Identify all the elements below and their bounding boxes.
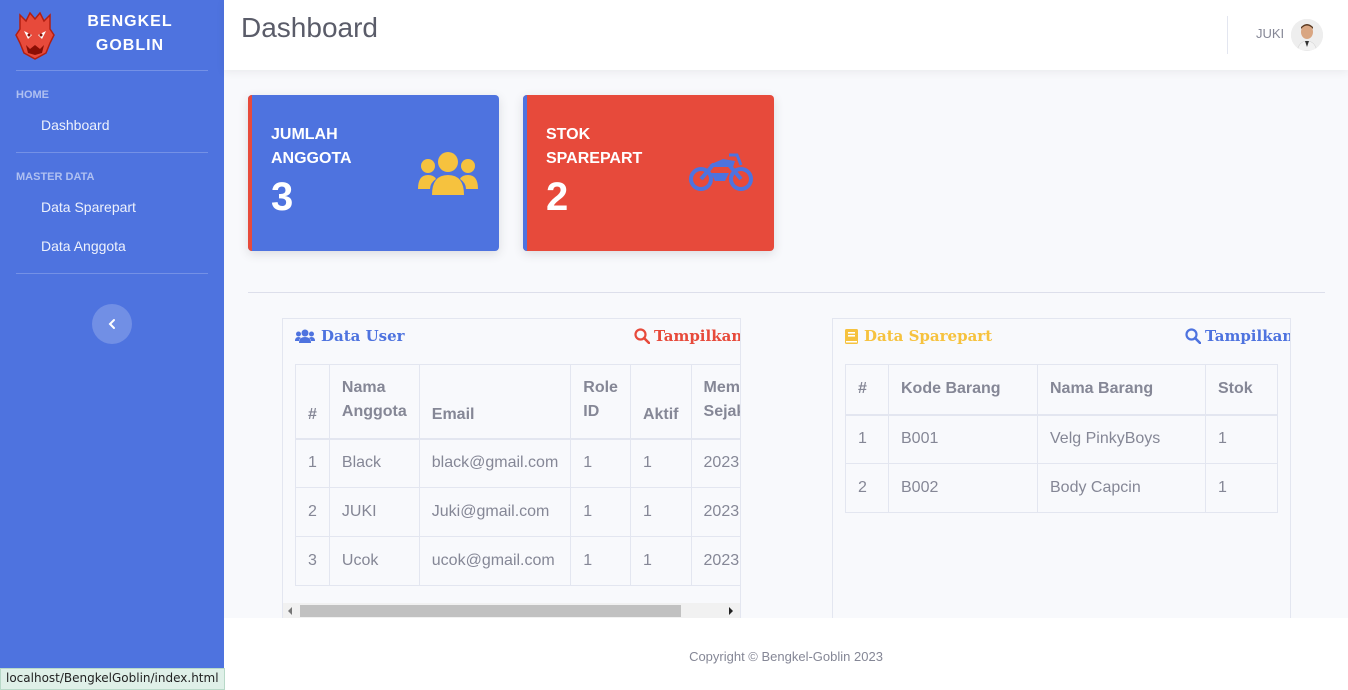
goblin-logo-icon — [15, 11, 55, 60]
chevron-left-icon — [108, 319, 115, 329]
scrollbar-thumb[interactable] — [300, 605, 681, 617]
user-panel-title-text: Data User — [321, 327, 405, 345]
brand-name: BENGKEL GOBLIN — [87, 13, 173, 54]
cell: 2 — [295, 487, 330, 537]
sidebar-divider — [16, 273, 208, 274]
cell: B001 — [888, 414, 1038, 464]
table-row: 1 B001 Velg PinkyBoys 1 — [845, 414, 1278, 464]
col-header: Email — [418, 364, 572, 440]
cell: B002 — [888, 463, 1038, 513]
user-panel-title: Data User — [295, 327, 405, 345]
book-icon — [845, 328, 858, 344]
table-row: 1 Black black@gmail.com 1 1 2023 — [295, 438, 740, 488]
footer-copyright: Copyright © Bengkel-Goblin 2023 — [689, 649, 883, 664]
sparepart-panel-title-text: Data Sparepart — [864, 327, 993, 345]
stat-value: 2 — [546, 175, 569, 219]
sparepart-panel-title: Data Sparepart — [845, 327, 992, 345]
col-header: # — [295, 364, 330, 440]
user-name[interactable]: JUKI — [1256, 26, 1284, 41]
stat-card-accent — [248, 95, 252, 251]
cell: Body Capcin — [1037, 463, 1206, 513]
scroll-right-icon[interactable] — [729, 607, 733, 615]
cell: 1 — [570, 536, 631, 586]
sidebar: BENGKEL GOBLIN HOME Dashboard MASTER DAT… — [0, 0, 224, 690]
col-header: Nama Barang — [1037, 364, 1206, 416]
topbar: Dashboard JUKI — [224, 0, 1348, 70]
cell: Black — [328, 438, 420, 488]
stat-card-anggota: JUMLAH ANGGOTA 3 — [248, 95, 499, 251]
sidebar-heading-master-data: MASTER DATA — [16, 171, 95, 183]
col-header: # — [845, 364, 889, 416]
avatar[interactable] — [1291, 19, 1323, 51]
sparepart-table: # Kode Barang Nama Barang Stok 1 B001 Ve… — [845, 364, 1278, 513]
brand[interactable]: BENGKEL GOBLIN — [0, 0, 224, 70]
search-icon — [1185, 328, 1201, 344]
stat-value: 3 — [271, 175, 294, 219]
cell: 1 — [845, 414, 889, 464]
cell: Velg PinkyBoys — [1037, 414, 1206, 464]
motorcycle-icon — [689, 153, 753, 191]
sidebar-item-dashboard[interactable]: Dashboard — [0, 109, 224, 141]
cell: 1 — [1205, 463, 1278, 513]
cell: 2023 — [690, 487, 740, 537]
sidebar-heading-home: HOME — [16, 89, 49, 101]
scroll-left-icon[interactable] — [288, 607, 292, 615]
cell: Ucok — [328, 536, 420, 586]
cell: 2023 — [690, 438, 740, 488]
stat-label: STOK SPAREPART — [546, 126, 643, 167]
user-panel-show-label: Tampilkan — [654, 327, 741, 345]
cell: 1 — [1205, 414, 1278, 464]
cell: Juki@gmail.com — [418, 487, 572, 537]
col-header: Nama Anggota — [328, 364, 420, 440]
cell: 1 — [570, 487, 631, 537]
sidebar-item-data-sparepart[interactable]: Data Sparepart — [0, 191, 224, 223]
col-header: Aktif — [629, 364, 692, 440]
stat-card-sparepart: STOK SPAREPART 2 — [523, 95, 774, 251]
table-row: 3 Ucok ucok@gmail.com 1 1 2023 — [295, 536, 740, 586]
search-icon — [634, 328, 650, 344]
sparepart-panel-show-label: Tampilkan — [1205, 327, 1291, 345]
users-icon — [295, 329, 315, 343]
cell: black@gmail.com — [418, 438, 572, 488]
sidebar-item-data-anggota[interactable]: Data Anggota — [0, 230, 224, 262]
horizontal-scrollbar[interactable] — [283, 603, 740, 618]
page-title: Dashboard — [241, 12, 378, 43]
col-header: Role ID — [570, 364, 631, 440]
cell: 1 — [629, 438, 692, 488]
cell: ucok@gmail.com — [418, 536, 572, 586]
cell: 1 — [629, 487, 692, 537]
cell: 1 — [295, 438, 330, 488]
users-icon — [418, 152, 478, 195]
user-panel-show-button[interactable]: Tampilkan — [634, 327, 741, 345]
section-divider — [248, 292, 1325, 293]
user-table: # Nama Anggota Email Role ID Aktif Membe… — [295, 364, 740, 586]
cell: 2 — [845, 463, 889, 513]
col-header: Member Sejak — [690, 364, 740, 440]
table-row: 2 JUKI Juki@gmail.com 1 1 2023 — [295, 487, 740, 537]
sparepart-panel: Data Sparepart Tampilkan # Kode Barang N… — [832, 318, 1291, 619]
cell: 1 — [629, 536, 692, 586]
cell: JUKI — [328, 487, 420, 537]
stat-label: JUMLAH ANGGOTA — [271, 126, 352, 167]
status-bar-url: localhost/BengkelGoblin/index.html — [0, 668, 225, 690]
topbar-divider — [1227, 16, 1228, 54]
col-header: Kode Barang — [888, 364, 1038, 416]
user-panel: Data User Tampilkan # Nama Anggota Email… — [282, 318, 741, 619]
sparepart-panel-show-button[interactable]: Tampilkan — [1185, 327, 1291, 345]
stat-card-accent — [523, 95, 527, 251]
table-row: 2 B002 Body Capcin 1 — [845, 463, 1278, 513]
user-avatar-icon — [1291, 19, 1323, 51]
sidebar-toggle-button[interactable] — [92, 304, 132, 344]
cell: 2023 — [690, 536, 740, 586]
footer: Copyright © Bengkel-Goblin 2023 — [224, 618, 1348, 690]
col-header: Stok — [1205, 364, 1278, 416]
cell: 3 — [295, 536, 330, 586]
cell: 1 — [570, 438, 631, 488]
